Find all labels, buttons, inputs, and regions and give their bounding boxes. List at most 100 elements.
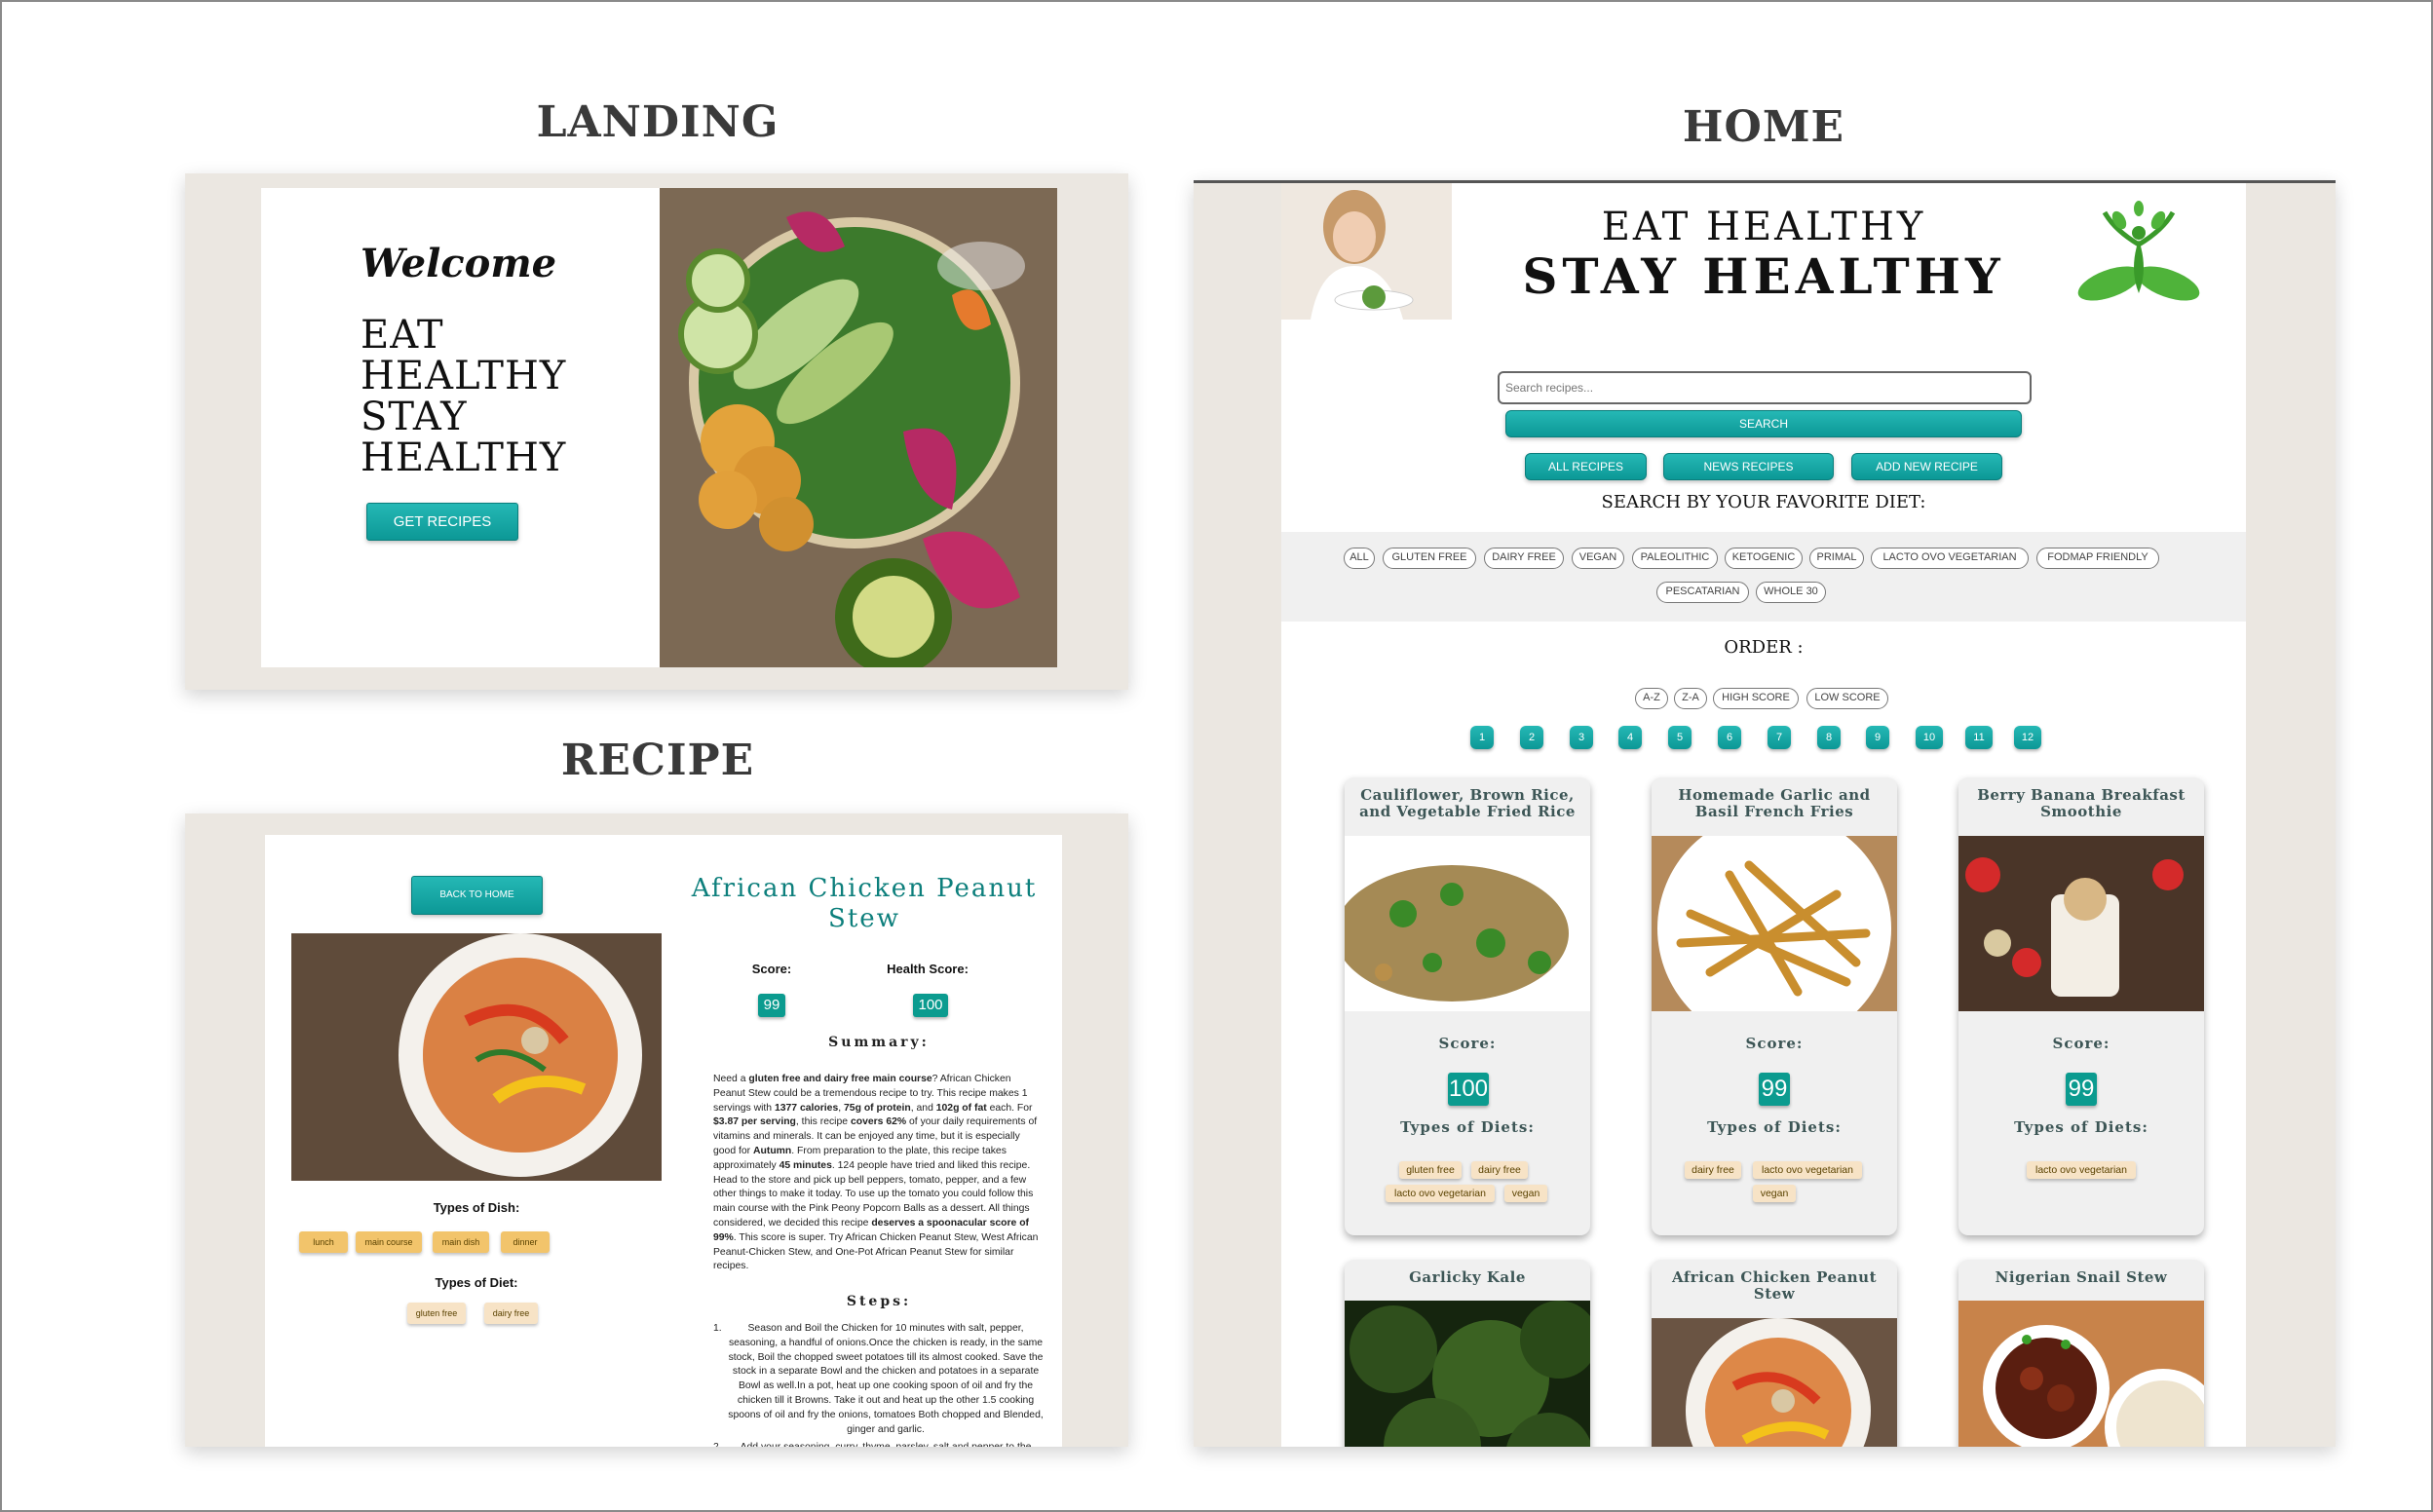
summary-highlight: $3.87 per serving <box>713 1116 796 1128</box>
recipe-card-score: 99 <box>2066 1073 2097 1106</box>
recipe-card-title: Berry Banana Breakfast Smoothie <box>1977 786 2186 820</box>
recipe-card-score-label: Score: <box>1745 1035 1804 1052</box>
page-button[interactable]: 3 <box>1570 726 1593 749</box>
step-item: 1. Season and Boil the Chicken for 10 min… <box>713 1322 1045 1437</box>
back-to-home-button[interactable]: BACK TO HOME <box>411 876 543 915</box>
diet-tag: dairy free <box>1685 1161 1741 1179</box>
home-headline-top: EAT HEALTHY <box>1601 205 1926 249</box>
dish-type-tag: dinner <box>501 1231 550 1253</box>
news-recipes-button[interactable]: NEWS RECIPES <box>1663 453 1834 480</box>
recipe-card-types-label: Types of Diets: <box>2014 1118 2148 1136</box>
recipe-card[interactable]: African Chicken Peanut Stew <box>1652 1260 1897 1447</box>
recipe-card-score: 100 <box>1448 1073 1489 1106</box>
diet-filter-pill[interactable]: PRIMAL <box>1809 548 1864 569</box>
diet-filter-pill[interactable]: ALL <box>1344 548 1375 569</box>
page-button[interactable]: 6 <box>1718 726 1741 749</box>
diet-type-tag: dairy free <box>484 1303 538 1324</box>
step-item: 2. Add your seasoning, curry, thyme, pars… <box>713 1441 1045 1447</box>
diet-filter-pill[interactable]: PESCATARIAN <box>1656 582 1749 603</box>
diet-filter-pill[interactable]: PALEOLITHIC <box>1632 548 1718 569</box>
page-button[interactable]: 10 <box>1916 726 1943 749</box>
page-button[interactable]: 12 <box>2014 726 2041 749</box>
page-button[interactable]: 5 <box>1668 726 1692 749</box>
dish-type-tag: lunch <box>299 1231 348 1253</box>
steps-heading: Steps: <box>846 1294 912 1309</box>
recipe-card-title: Garlicky Kale <box>1409 1268 1526 1286</box>
diet-filter-pill[interactable]: LACTO OVO VEGETARIAN <box>1871 548 2029 569</box>
search-input[interactable] <box>1498 371 2032 404</box>
summary-highlight: 75g of protein <box>844 1102 911 1114</box>
recipe-card-title: Cauliflower, Brown Rice, and Vegetable F… <box>1359 786 1576 820</box>
diet-tag: lacto ovo vegetarian <box>1753 1161 1862 1179</box>
welcome-heading: Welcome <box>361 241 557 286</box>
recipe-card-image <box>1345 1301 1590 1447</box>
diet-filter-pill[interactable]: WHOLE 30 <box>1756 582 1826 603</box>
diet-filter-pill[interactable]: VEGAN <box>1572 548 1624 569</box>
order-option-pill[interactable]: A-Z <box>1635 688 1668 709</box>
recipe-card-image <box>1652 836 1897 1011</box>
diet-filter-bar <box>1281 532 2246 622</box>
recipe-preview: BACK TO HOME Types of Dish: lunch main co… <box>185 813 1128 1447</box>
recipe-card-title: African Chicken Peanut Stew <box>1671 1268 1878 1303</box>
search-button[interactable]: SEARCH <box>1505 410 2022 437</box>
diet-filter-pill[interactable]: GLUTEN FREE <box>1383 548 1476 569</box>
recipe-card[interactable]: Nigerian Snail Stew <box>1958 1260 2204 1447</box>
recipe-card-score-label: Score: <box>2052 1035 2110 1052</box>
page-button[interactable]: 7 <box>1768 726 1791 749</box>
page-button[interactable]: 8 <box>1817 726 1841 749</box>
diet-type-tag: gluten free <box>407 1303 466 1324</box>
dish-type-tag: main course <box>356 1231 422 1253</box>
get-recipes-button[interactable]: GET RECIPES <box>366 503 518 541</box>
summary-heading: Summary: <box>828 1035 930 1050</box>
order-heading: ORDER : <box>1724 637 1804 658</box>
diet-tag: dairy free <box>1471 1161 1528 1179</box>
home-headline-bottom: STAY HEALTHY <box>1522 247 2005 305</box>
steps-list: 1. Season and Boil the Chicken for 10 min… <box>713 1322 1045 1447</box>
summary-highlight: 1377 calories <box>774 1102 839 1114</box>
home-preview: EAT HEALTHY STAY HEALTHY SEARCH ALL RECI… <box>1194 180 2336 1447</box>
diet-tag: lacto ovo vegetarian <box>2027 1161 2136 1179</box>
summary-fragment: . This score is super. Try African Chick… <box>713 1231 1039 1272</box>
page-button[interactable]: 1 <box>1470 726 1494 749</box>
salad-bowl-photo <box>660 188 1057 667</box>
types-of-diet-label: Types of Diet: <box>435 1275 518 1290</box>
step-number: 1. <box>713 1323 722 1334</box>
page-button[interactable]: 4 <box>1618 726 1642 749</box>
order-option-pill[interactable]: Z-A <box>1674 688 1707 709</box>
diet-filter-pill[interactable]: KETOGENIC <box>1725 548 1803 569</box>
all-recipes-button[interactable]: ALL RECIPES <box>1525 453 1647 480</box>
score-label: Score: <box>751 962 792 976</box>
summary-highlight: covers 62% <box>850 1116 907 1128</box>
landing-preview: Welcome EAT HEALTHY STAY HEALTHY GET REC… <box>185 173 1128 690</box>
health-score-label: Health Score: <box>887 962 969 976</box>
recipe-card-types-label: Types of Diets: <box>1707 1118 1842 1136</box>
diet-filter-pill[interactable]: DAIRY FREE <box>1484 548 1564 569</box>
summary-highlight: 102g of fat <box>935 1102 987 1114</box>
page-button[interactable]: 9 <box>1866 726 1889 749</box>
summary-fragment: each. For <box>986 1102 1033 1114</box>
recipe-photo <box>291 933 662 1181</box>
recipe-card-title: Homemade Garlic and Basil French Fries <box>1678 786 1871 820</box>
add-new-recipe-button[interactable]: ADD NEW RECIPE <box>1851 453 2002 480</box>
page-button[interactable]: 2 <box>1520 726 1543 749</box>
order-option-pill[interactable]: HIGH SCORE <box>1713 688 1799 709</box>
summary-highlight: Autumn <box>753 1145 792 1156</box>
diet-filter-pill[interactable]: FODMAP FRIENDLY <box>2036 548 2159 569</box>
order-option-pill[interactable]: LOW SCORE <box>1806 688 1888 709</box>
recipe-card-image <box>1345 836 1590 1011</box>
page-button[interactable]: 11 <box>1965 726 1993 749</box>
home-page: EAT HEALTHY STAY HEALTHY SEARCH ALL RECI… <box>1281 183 2246 1447</box>
diet-tag: vegan <box>1504 1185 1547 1202</box>
diet-tag: vegan <box>1753 1185 1796 1202</box>
recipe-card[interactable]: Garlicky Kale <box>1345 1260 1590 1447</box>
recipe-card[interactable]: Homemade Garlic and Basil French Fries S… <box>1652 777 1897 1235</box>
step-text: Season and Boil the Chicken for 10 minut… <box>728 1323 1044 1435</box>
recipe-section-title: RECIPE <box>560 736 755 785</box>
summary-fragment: Need a <box>713 1074 749 1084</box>
recipe-card[interactable]: Berry Banana Breakfast Smoothie Score: 9… <box>1958 777 2204 1235</box>
recipe-card[interactable]: Cauliflower, Brown Rice, and Vegetable F… <box>1345 777 1590 1235</box>
summary-fragment: , this recipe <box>795 1116 851 1128</box>
recipe-page: BACK TO HOME Types of Dish: lunch main co… <box>265 835 1062 1447</box>
recipe-card-image <box>1652 1318 1897 1447</box>
recipe-card-types-label: Types of Diets: <box>1400 1118 1535 1136</box>
